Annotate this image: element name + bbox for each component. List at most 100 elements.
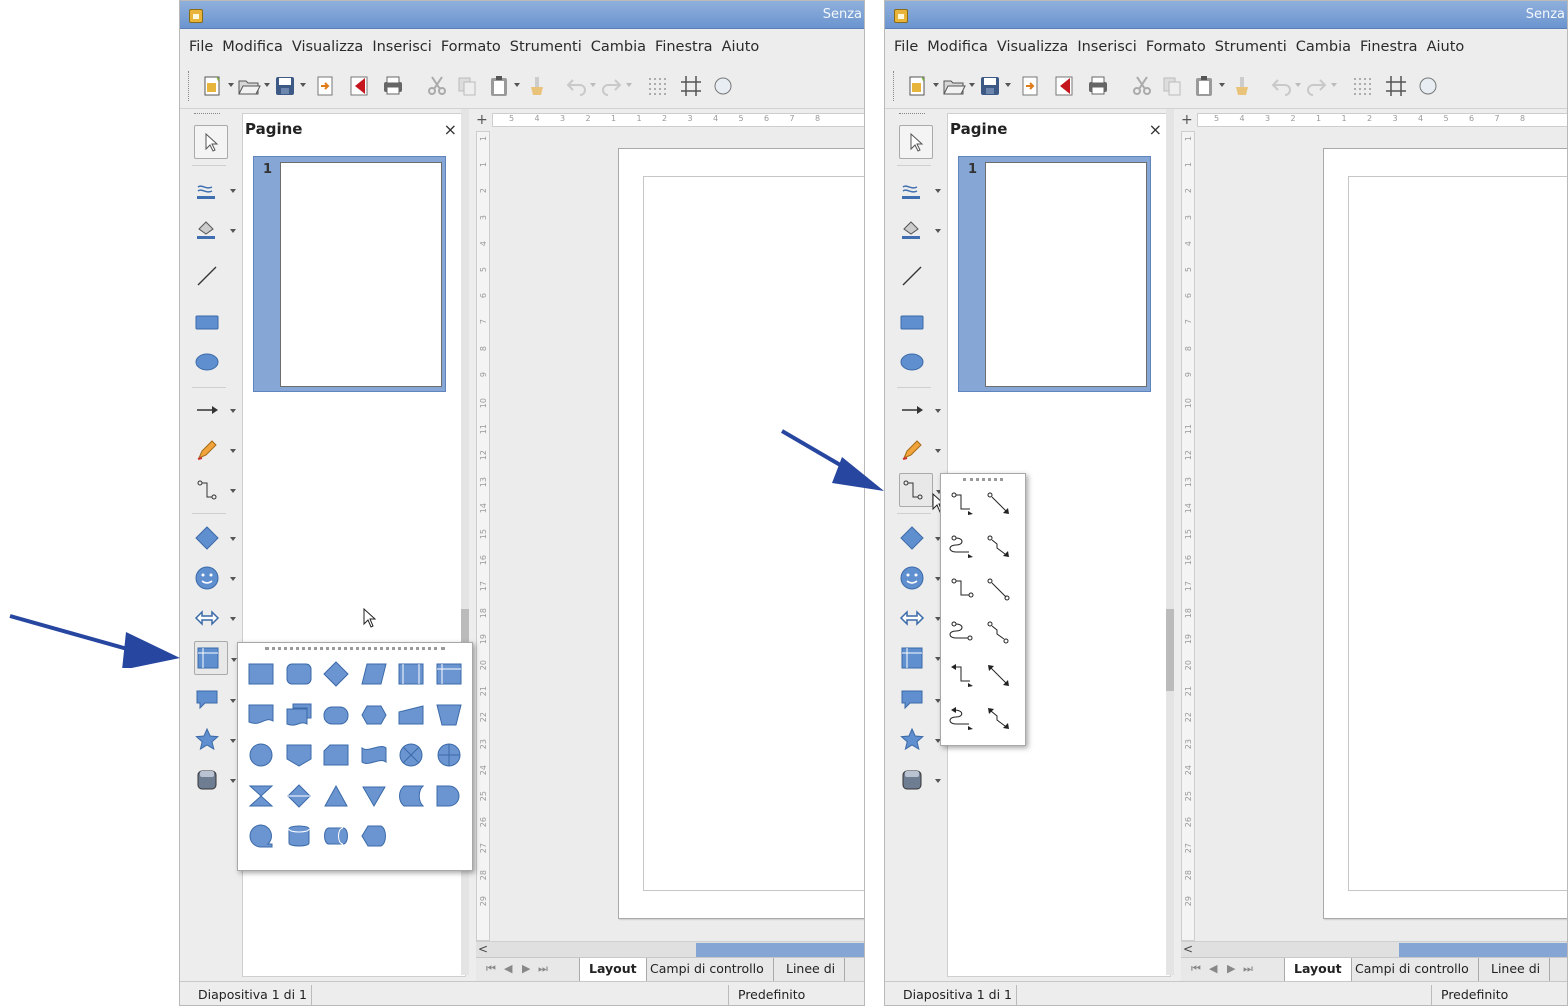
connector-icon[interactable] — [248, 742, 274, 768]
cut-icon[interactable] — [1129, 73, 1155, 99]
menu-file[interactable]: File — [894, 39, 918, 55]
page-thumbnail[interactable]: 1 — [253, 156, 446, 392]
callout-icon[interactable] — [194, 683, 236, 717]
paste-icon[interactable] — [1191, 73, 1217, 99]
diamond-basic-shapes-icon[interactable] — [194, 521, 236, 555]
splitter-handle[interactable] — [1166, 609, 1174, 691]
menu-cambia[interactable]: Cambia — [1296, 39, 1351, 55]
menu-strumenti[interactable]: Strumenti — [510, 39, 582, 55]
merge-icon[interactable] — [361, 783, 387, 809]
manual-operation-icon[interactable] — [435, 702, 462, 728]
freeform-pencil-icon[interactable] — [899, 433, 941, 467]
connector-icon[interactable] — [949, 576, 977, 604]
straight-connector-icon[interactable] — [985, 576, 1013, 604]
predefined-process-icon[interactable] — [398, 661, 424, 687]
terminator-icon[interactable] — [323, 702, 349, 728]
copy-icon[interactable] — [1159, 73, 1185, 99]
close-icon[interactable]: × — [444, 120, 457, 139]
connector-icon[interactable] — [899, 473, 942, 507]
tab-campi-di-controllo[interactable]: Campi di controllo — [641, 958, 774, 981]
menu-strumenti[interactable]: Strumenti — [1215, 39, 1287, 55]
fill-color-icon[interactable] — [194, 213, 236, 247]
document-icon[interactable] — [248, 702, 274, 728]
clone-formatting-icon[interactable] — [1229, 73, 1255, 99]
menu-inserisci[interactable]: Inserisci — [1077, 39, 1137, 55]
helplines-icon[interactable] — [678, 73, 704, 99]
double-arrow-block-icon[interactable] — [899, 601, 941, 635]
print-icon[interactable] — [1085, 73, 1111, 99]
new-icon[interactable] — [200, 73, 226, 99]
cut-icon[interactable] — [424, 73, 450, 99]
toolbar-grip[interactable] — [188, 71, 190, 101]
new-icon[interactable] — [905, 73, 931, 99]
save-icon[interactable] — [272, 73, 298, 99]
connector-with-arrows-icon[interactable] — [949, 662, 977, 690]
import-icon[interactable] — [1017, 73, 1043, 99]
grid-icon[interactable] — [644, 73, 670, 99]
clone-formatting-icon[interactable] — [524, 73, 550, 99]
scroll-left-icon[interactable]: < — [478, 942, 488, 956]
popup-grip[interactable] — [265, 647, 445, 650]
select-icon[interactable] — [194, 125, 228, 159]
off-page-connector-icon[interactable] — [286, 742, 312, 768]
preparation-icon[interactable] — [360, 702, 387, 728]
close-icon[interactable]: × — [1149, 120, 1162, 139]
menu-file[interactable]: File — [189, 39, 213, 55]
slide-page[interactable] — [618, 148, 864, 919]
redo-icon[interactable] — [1303, 73, 1329, 99]
sort-icon[interactable] — [286, 783, 312, 809]
tab-campi-di-controllo[interactable]: Campi di controllo — [1346, 958, 1479, 981]
helplines-icon[interactable] — [1383, 73, 1409, 99]
export-pdf-icon[interactable] — [346, 73, 372, 99]
double-arrow-block-icon[interactable] — [194, 601, 236, 635]
grid-icon[interactable] — [1349, 73, 1375, 99]
menu-formato[interactable]: Formato — [441, 39, 501, 55]
straight-connector-ends-with-arrow-icon[interactable] — [985, 490, 1013, 518]
open-icon[interactable] — [236, 73, 262, 99]
ellipse-icon[interactable] — [899, 345, 933, 379]
or-icon[interactable] — [436, 742, 462, 768]
smiley-symbol-shapes-icon[interactable] — [899, 561, 941, 595]
toolbar-grip[interactable] — [194, 113, 220, 115]
direct-access-storage-icon[interactable] — [323, 823, 349, 849]
menu-finestra[interactable]: Finestra — [1360, 39, 1418, 55]
paste-icon[interactable] — [486, 73, 512, 99]
line-connector-with-arrows-icon[interactable] — [985, 705, 1013, 733]
next-tab-icon[interactable]: ▶ — [1227, 962, 1235, 975]
card-icon[interactable] — [323, 742, 349, 768]
multidocument-icon[interactable] — [286, 702, 312, 728]
undo-icon[interactable] — [564, 73, 590, 99]
flowchart-icon[interactable] — [194, 641, 237, 675]
curved-connector-ends-with-arrow-icon[interactable] — [949, 533, 977, 561]
stored-data-icon[interactable] — [398, 783, 425, 809]
display-icon[interactable] — [360, 823, 387, 849]
slide-canvas[interactable] — [492, 129, 864, 941]
slide-page[interactable] — [1323, 148, 1567, 919]
line-connector-ends-with-arrow-icon[interactable] — [985, 533, 1013, 561]
star-icon[interactable] — [194, 723, 236, 757]
last-tab-icon[interactable]: ⏭ — [1243, 962, 1253, 976]
menu-formato[interactable]: Formato — [1146, 39, 1206, 55]
horizontal-scrollbar[interactable]: < — [1181, 941, 1567, 957]
curved-connector-with-arrows-icon[interactable] — [949, 705, 977, 733]
popup-grip[interactable] — [963, 478, 1003, 481]
tab-linee-di[interactable]: Linee di — [777, 958, 846, 981]
line-connector-icon[interactable] — [985, 619, 1013, 647]
data-icon[interactable] — [360, 661, 387, 687]
menu-modifica[interactable]: Modifica — [927, 39, 988, 55]
3d-object-icon[interactable] — [194, 763, 236, 797]
menu-aiuto[interactable]: Aiuto — [722, 39, 760, 55]
straight-connector-with-arrows-icon[interactable] — [985, 662, 1013, 690]
zoom-icon[interactable] — [710, 73, 736, 99]
tab-linee-di[interactable]: Linee di — [1482, 958, 1551, 981]
decision-icon[interactable] — [323, 661, 349, 687]
summing-junction-icon[interactable] — [398, 742, 424, 768]
slide-canvas[interactable] — [1197, 129, 1567, 941]
flowchart-icon[interactable] — [899, 641, 941, 675]
horizontal-scrollbar[interactable]: < — [476, 941, 864, 957]
prev-tab-icon[interactable]: ◀ — [1209, 962, 1217, 975]
menu-finestra[interactable]: Finestra — [655, 39, 713, 55]
process-icon[interactable] — [248, 661, 274, 687]
rectangle-icon[interactable] — [899, 305, 933, 339]
title-bar[interactable]: Senza — [885, 1, 1567, 29]
